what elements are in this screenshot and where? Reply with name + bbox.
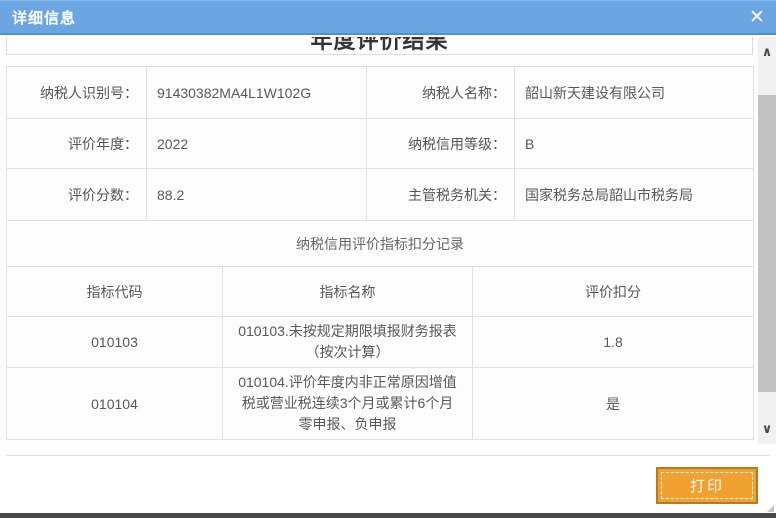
table-row: 纳税人识别号： 91430382MA4L1W102G 纳税人名称： 韶山新天建设… (7, 67, 754, 119)
vertical-scrollbar[interactable]: ∧ ∨ (758, 37, 776, 444)
credit-grade-value: B (515, 119, 754, 169)
scroll-content[interactable]: 年度评价结果 纳税人识别号： 91430382MA4L1W102G 纳税人名称：… (0, 37, 758, 445)
scrollbar-thumb[interactable] (758, 95, 776, 392)
indicator-deduction: 1.8 (473, 317, 754, 368)
detail-info-dialog: 详细信息 ✕ 年度评价结果 纳税人识别号： 91430382MA4L1W102G… (0, 0, 776, 518)
close-icon[interactable]: ✕ (742, 2, 772, 32)
page-title: 年度评价结果 (310, 37, 448, 55)
table-row: 010103 010103.未按规定期限填报财务报表（按次计算） 1.8 (7, 317, 754, 368)
table-row: 评价分数： 88.2 主管税务机关： 国家税务总局韶山市税务局 (7, 169, 754, 221)
taxpayer-info-table: 纳税人识别号： 91430382MA4L1W102G 纳税人名称： 韶山新天建设… (6, 66, 754, 267)
scroll-down-icon[interactable]: ∨ (758, 420, 776, 438)
deduction-section-header: 纳税信用评价指标扣分记录 (7, 221, 754, 267)
table-header-row: 指标代码 指标名称 评价扣分 (7, 267, 754, 317)
dialog-titlebar: 详细信息 ✕ (0, 0, 776, 35)
table-row: 评价年度： 2022 纳税信用等级： B (7, 119, 754, 169)
col-header-deduction: 评价扣分 (473, 267, 754, 317)
indicator-table: 指标代码 指标名称 评价扣分 010103 010103.未按规定期限填报财务报… (6, 266, 754, 440)
indicator-code: 010103 (7, 317, 223, 368)
indicator-deduction: 是 (473, 368, 754, 440)
taxpayer-id-label: 纳税人识别号： (7, 67, 147, 119)
resize-grip[interactable] (767, 505, 774, 512)
col-header-name: 指标名称 (223, 267, 473, 317)
eval-score-value: 88.2 (147, 169, 367, 221)
credit-grade-label: 纳税信用等级： (367, 119, 515, 169)
tax-authority-label: 主管税务机关： (367, 169, 515, 221)
print-button[interactable]: 打印 (656, 467, 758, 504)
taxpayer-name-label: 纳税人名称： (367, 67, 515, 119)
table-row: 纳税信用评价指标扣分记录 (7, 221, 754, 267)
indicator-name: 010104.评价年度内非正常原因增值税或营业税连续3个月或累计6个月零申报、负… (223, 368, 473, 440)
tax-authority-value: 国家税务总局韶山市税务局 (515, 169, 754, 221)
col-header-code: 指标代码 (7, 267, 223, 317)
eval-year-label: 评价年度： (7, 119, 147, 169)
taxpayer-id-value: 91430382MA4L1W102G (147, 67, 367, 119)
eval-score-label: 评价分数： (7, 169, 147, 221)
page-title-box: 年度评价结果 (6, 37, 753, 55)
indicator-code: 010104 (7, 368, 223, 440)
dialog-title: 详细信息 (0, 7, 76, 28)
footer-divider (6, 455, 770, 456)
eval-year-value: 2022 (147, 119, 367, 169)
taxpayer-name-value: 韶山新天建设有限公司 (515, 67, 754, 119)
dialog-bottom-edge (0, 513, 776, 518)
scroll-up-icon[interactable]: ∧ (758, 43, 776, 61)
table-row: 010104 010104.评价年度内非正常原因增值税或营业税连续3个月或累计6… (7, 368, 754, 440)
indicator-name: 010103.未按规定期限填报财务报表（按次计算） (223, 317, 473, 368)
